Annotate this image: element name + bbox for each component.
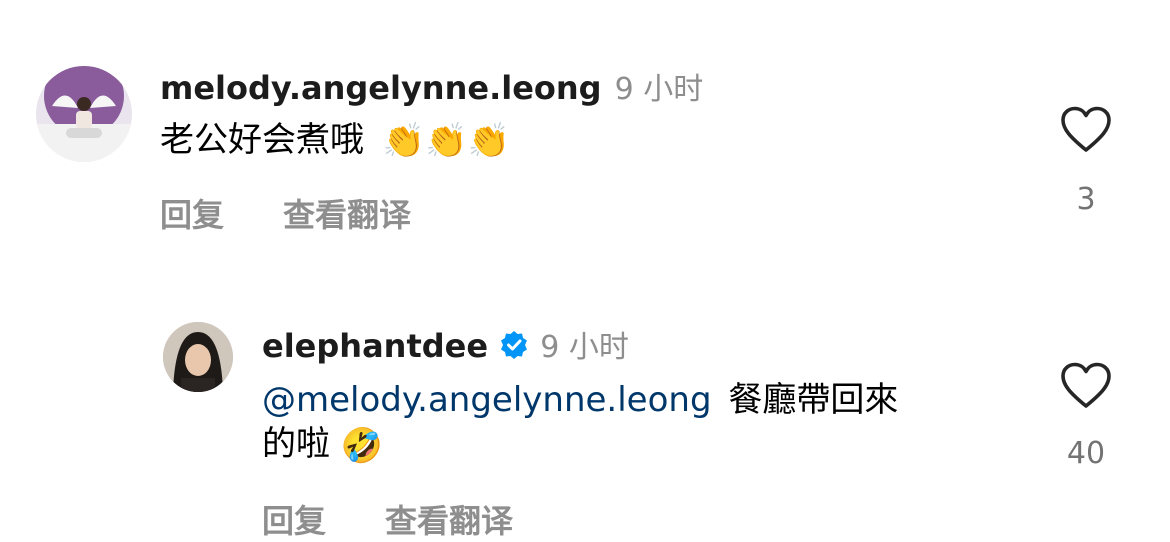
comment-text: @melody.angelynne.leong 餐廳帶回來 的啦 🤣 (262, 378, 1022, 468)
comment-line-1: @melody.angelynne.leong 餐廳帶回來 (262, 378, 1022, 422)
see-translation-button[interactable]: 查看翻译 (385, 496, 513, 542)
timestamp: 9 小时 (614, 72, 704, 107)
comment-body: 餐廳帶回來 (728, 380, 899, 420)
avatar[interactable] (163, 322, 233, 392)
rofl-emoji: 🤣 (340, 425, 384, 466)
comment-1: melody.angelynne.leong 9 小时 老公好会煮哦 👏👏👏 回… (0, 0, 1170, 260)
avatar-image (163, 322, 233, 392)
mention-link[interactable]: @melody.angelynne.leong (262, 380, 712, 420)
comment-body-cont: 的啦 (262, 424, 330, 465)
verified-badge-icon (499, 330, 529, 364)
comment-body: 老公好会煮哦 (160, 120, 364, 160)
comment-line-2: 的啦 🤣 (262, 422, 1022, 468)
username[interactable]: melody.angelynne.leong (160, 69, 602, 107)
like-button[interactable] (1060, 362, 1112, 410)
avatar-image (36, 66, 132, 162)
reply-comment: elephantdee 9 小时 @melody.angelynne.leong… (0, 300, 1170, 540)
see-translation-button[interactable]: 查看翻译 (283, 190, 411, 236)
comment-text: 老公好会煮哦 👏👏👏 (160, 118, 510, 164)
comment-header: elephantdee 9 小时 (262, 322, 629, 365)
clapping-hands-emoji: 👏👏👏 (382, 121, 510, 162)
avatar[interactable] (36, 66, 132, 162)
heart-icon (1061, 106, 1111, 152)
heart-icon (1061, 362, 1111, 408)
like-count: 3 (1076, 182, 1096, 217)
username[interactable]: elephantdee (262, 327, 488, 365)
reply-button[interactable]: 回复 (160, 190, 224, 236)
like-button[interactable] (1060, 106, 1112, 154)
timestamp: 9 小时 (540, 330, 629, 365)
comment-header: melody.angelynne.leong 9 小时 (160, 64, 704, 107)
reply-button[interactable]: 回复 (262, 496, 326, 542)
like-count: 40 (1066, 436, 1106, 471)
